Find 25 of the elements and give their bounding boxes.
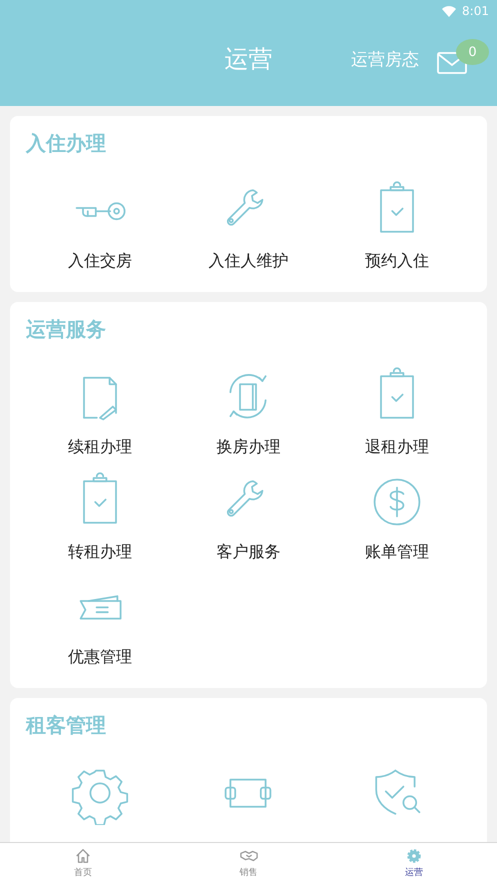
menu-item-label[interactable]: 入住交房 — [68, 251, 132, 272]
menu-item-label[interactable]: 续租办理 — [68, 437, 132, 458]
card-icon — [224, 778, 272, 808]
status-time: 8:01 — [462, 4, 489, 18]
menu-item-label[interactable]: 换房办理 — [216, 437, 280, 458]
nav-tab[interactable]: 运营 — [331, 843, 497, 883]
section-title: 入住办理 — [26, 130, 107, 157]
menu-item-label[interactable]: 退租办理 — [364, 437, 429, 458]
page-title: 运营 — [224, 44, 272, 75]
settings-icon — [405, 847, 424, 865]
message-count-badge: 0 — [456, 39, 489, 65]
section-title: 运营服务 — [26, 316, 107, 343]
nav-tab[interactable]: 销售 — [166, 843, 332, 883]
menu-item-label[interactable]: 优惠管理 — [68, 647, 132, 668]
menu-item-label[interactable]: 客户服务 — [216, 542, 280, 563]
ticket-icon — [78, 593, 122, 621]
section-title: 租客管理 — [26, 712, 107, 739]
menu-item-label[interactable]: 账单管理 — [364, 542, 429, 563]
menu-item-label[interactable]: 入住人维护 — [208, 251, 288, 272]
wifi-icon — [442, 6, 456, 16]
menu-item-label[interactable]: 预约入住 — [364, 251, 429, 272]
menu-item-label[interactable]: 转租办理 — [68, 542, 132, 563]
nav-tab[interactable]: 首页 — [0, 843, 166, 883]
home-icon — [74, 847, 92, 865]
key-icon — [74, 200, 126, 222]
